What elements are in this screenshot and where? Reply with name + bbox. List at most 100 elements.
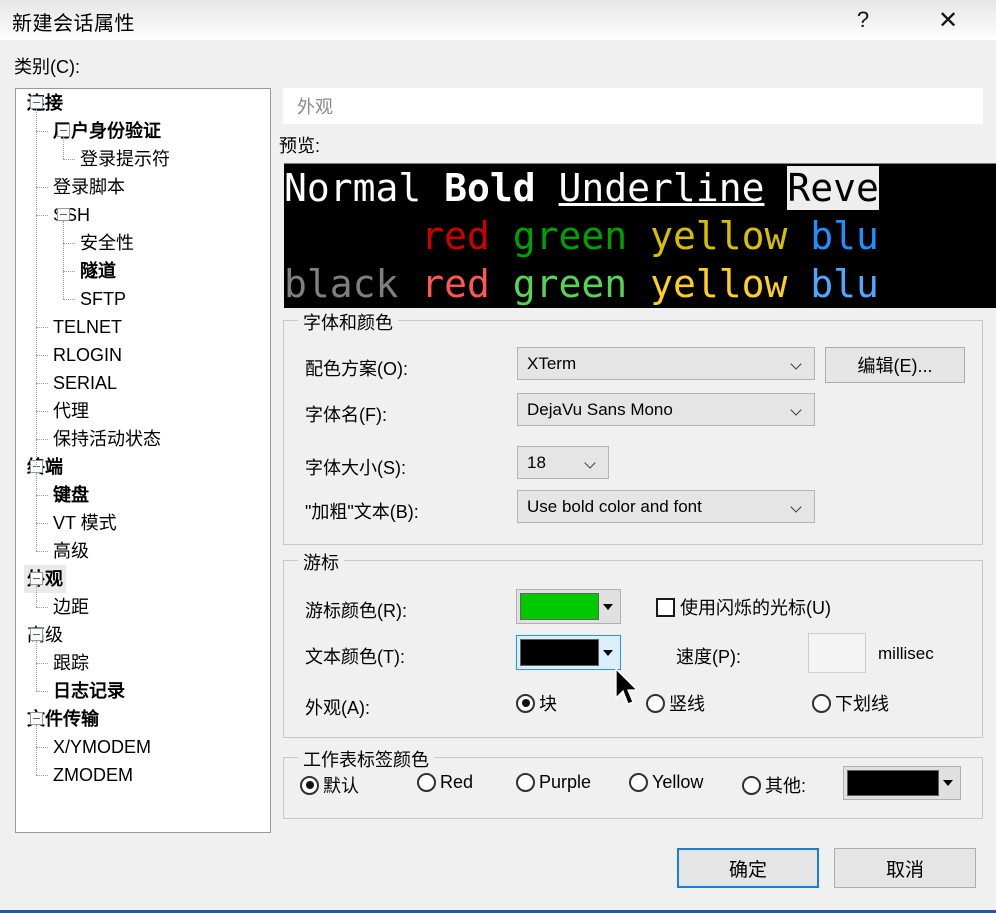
cursor-color-label: 游标颜色(R): <box>305 601 407 621</box>
blink-speed-input[interactable] <box>808 633 866 673</box>
tree-connector-line <box>63 137 64 159</box>
tree-item[interactable]: 隧道 <box>16 257 270 285</box>
preview-segment: Reve <box>787 166 879 210</box>
tree-connector-line <box>36 383 48 384</box>
font-name-combo[interactable]: DejaVu Sans Mono <box>517 393 815 426</box>
close-icon[interactable]: ✕ <box>920 0 976 40</box>
tree-item[interactable]: SSH <box>16 201 270 229</box>
preview-segment <box>764 166 787 210</box>
tab-color-radio[interactable]: Purple <box>516 772 591 793</box>
color-scheme-combo[interactable]: XTerm <box>517 347 815 380</box>
tree-connector-line <box>36 523 48 524</box>
blinking-cursor-checkbox[interactable]: 使用闪烁的光标(U) <box>656 594 831 620</box>
blink-speed-label: 速度(P): <box>676 647 741 667</box>
other-tab-color-swatch-button[interactable] <box>843 766 961 800</box>
tree-connector-line <box>36 439 48 440</box>
chevron-down-icon <box>792 501 803 512</box>
radio-dot <box>646 693 665 713</box>
tree-item[interactable]: 终端 <box>16 453 270 481</box>
tab-color-radio[interactable]: 默认 <box>300 772 359 798</box>
blinking-cursor-label: 使用闪烁的光标(U) <box>680 598 831 618</box>
terminal-preview: Normal Bold Underline Reve red green yel… <box>284 163 996 308</box>
caret-down-icon <box>599 593 617 620</box>
tree-item[interactable]: 保持活动状态 <box>16 425 270 453</box>
chevron-down-icon <box>792 404 803 415</box>
tab-color-radio[interactable]: 其他: <box>742 772 806 798</box>
tree-expander-icon[interactable] <box>30 628 43 641</box>
tree-item[interactable]: ZMODEM <box>16 761 270 789</box>
tree-item[interactable]: 用户身份验证 <box>16 117 270 145</box>
cancel-button[interactable]: 取消 <box>834 848 976 888</box>
tree-item[interactable]: VT 模式 <box>16 509 270 537</box>
tree-expander-icon[interactable] <box>30 712 43 725</box>
tab-color-radio[interactable]: Red <box>417 772 473 793</box>
tree-item[interactable]: RLOGIN <box>16 341 270 369</box>
tree-connector-line <box>36 775 48 776</box>
tree-item-label: SFTP <box>80 289 127 309</box>
tree-expander-icon[interactable] <box>30 572 43 585</box>
tree-item-label: VT 模式 <box>53 513 117 533</box>
tree-item[interactable]: 高级 <box>16 621 270 649</box>
tree-item[interactable]: 连接 <box>16 89 270 117</box>
tree-item[interactable]: TELNET <box>16 313 270 341</box>
cursor-color-swatch-button[interactable] <box>516 589 621 624</box>
tree-connector-line <box>63 159 75 160</box>
tree-item-label: RLOGIN <box>53 345 123 365</box>
tree-item[interactable]: 文件传输 <box>16 705 270 733</box>
tree-item[interactable]: 登录提示符 <box>16 145 270 173</box>
tab-color-group-title: 工作表标签颜色 <box>298 746 434 772</box>
tree-item[interactable]: 外观 <box>16 565 270 593</box>
tree-expander-icon[interactable] <box>57 208 70 221</box>
radio-dot <box>417 773 436 792</box>
tree-expander-icon[interactable] <box>30 96 43 109</box>
tree-expander-icon[interactable] <box>57 124 70 137</box>
tree-item[interactable]: 高级 <box>16 537 270 565</box>
tree-connector-line <box>63 221 64 299</box>
title-bar: 新建会话属性 ? ✕ <box>0 0 996 40</box>
preview-segment: black <box>284 262 422 306</box>
preview-label: 预览: <box>279 136 321 156</box>
help-icon[interactable]: ? <box>838 0 888 40</box>
tree-item[interactable]: 边距 <box>16 593 270 621</box>
tree-item[interactable]: SFTP <box>16 285 270 313</box>
preview-segment: Bold <box>444 166 559 210</box>
tab-color-group: 工作表标签颜色 默认 Red Purple Yellow 其他: <box>283 746 983 819</box>
tree-item[interactable]: 日志记录 <box>16 677 270 705</box>
bold-text-value: Use bold color and font <box>527 496 702 516</box>
cursor-group: 游标 游标颜色(R): 使用闪烁的光标(U) 文本颜色(T): 速度(P): m… <box>283 549 983 738</box>
tree-item[interactable]: 代理 <box>16 397 270 425</box>
radio-dot <box>516 693 535 713</box>
tree-connector-line <box>36 607 48 608</box>
tree-connector-line <box>36 663 48 664</box>
cursor-group-title: 游标 <box>298 549 344 575</box>
font-name-label: 字体名(F): <box>305 405 387 425</box>
preview-line-2: red green yellow blu <box>284 212 996 260</box>
checkbox-box <box>656 597 675 617</box>
tree-connector-line <box>36 215 48 216</box>
tree-item-label: 保持活动状态 <box>53 429 161 449</box>
font-size-combo[interactable]: 18 <box>517 446 609 479</box>
cursor-appearance-radio[interactable]: 下划线 <box>812 690 889 716</box>
tree-item[interactable]: 登录脚本 <box>16 173 270 201</box>
tree-item[interactable]: 安全性 <box>16 229 270 257</box>
bold-text-combo[interactable]: Use bold color and font <box>517 490 815 523</box>
cursor-appearance-radio[interactable]: 块 <box>516 690 557 716</box>
chevron-down-icon <box>586 457 597 468</box>
font-name-value: DejaVu Sans Mono <box>527 399 673 419</box>
tree-item[interactable]: 跟踪 <box>16 649 270 677</box>
text-color-swatch-button[interactable] <box>515 634 622 671</box>
window-title: 新建会话属性 <box>12 13 135 35</box>
cursor-appearance-radio-label: 下划线 <box>835 694 889 714</box>
tree-item[interactable]: 键盘 <box>16 481 270 509</box>
cursor-color-swatch <box>520 593 599 620</box>
ok-button[interactable]: 确定 <box>677 848 819 888</box>
category-tree[interactable]: 连接 用户身份验证 登录提示符 登录脚本 SSH 安全性 隧道 SFTP TELNET RLOGI… <box>15 88 271 833</box>
cursor-appearance-radio[interactable]: 竖线 <box>646 690 705 716</box>
tree-item[interactable]: SERIAL <box>16 369 270 397</box>
tree-connector-line <box>36 355 48 356</box>
edit-scheme-button[interactable]: 编辑(E)... <box>825 347 965 383</box>
tree-item[interactable]: X/YMODEM <box>16 733 270 761</box>
tab-color-radio[interactable]: Yellow <box>629 772 703 793</box>
preview-line-1: Normal Bold Underline Reve <box>284 164 996 212</box>
cursor-appearance-radio-label: 竖线 <box>669 694 705 714</box>
